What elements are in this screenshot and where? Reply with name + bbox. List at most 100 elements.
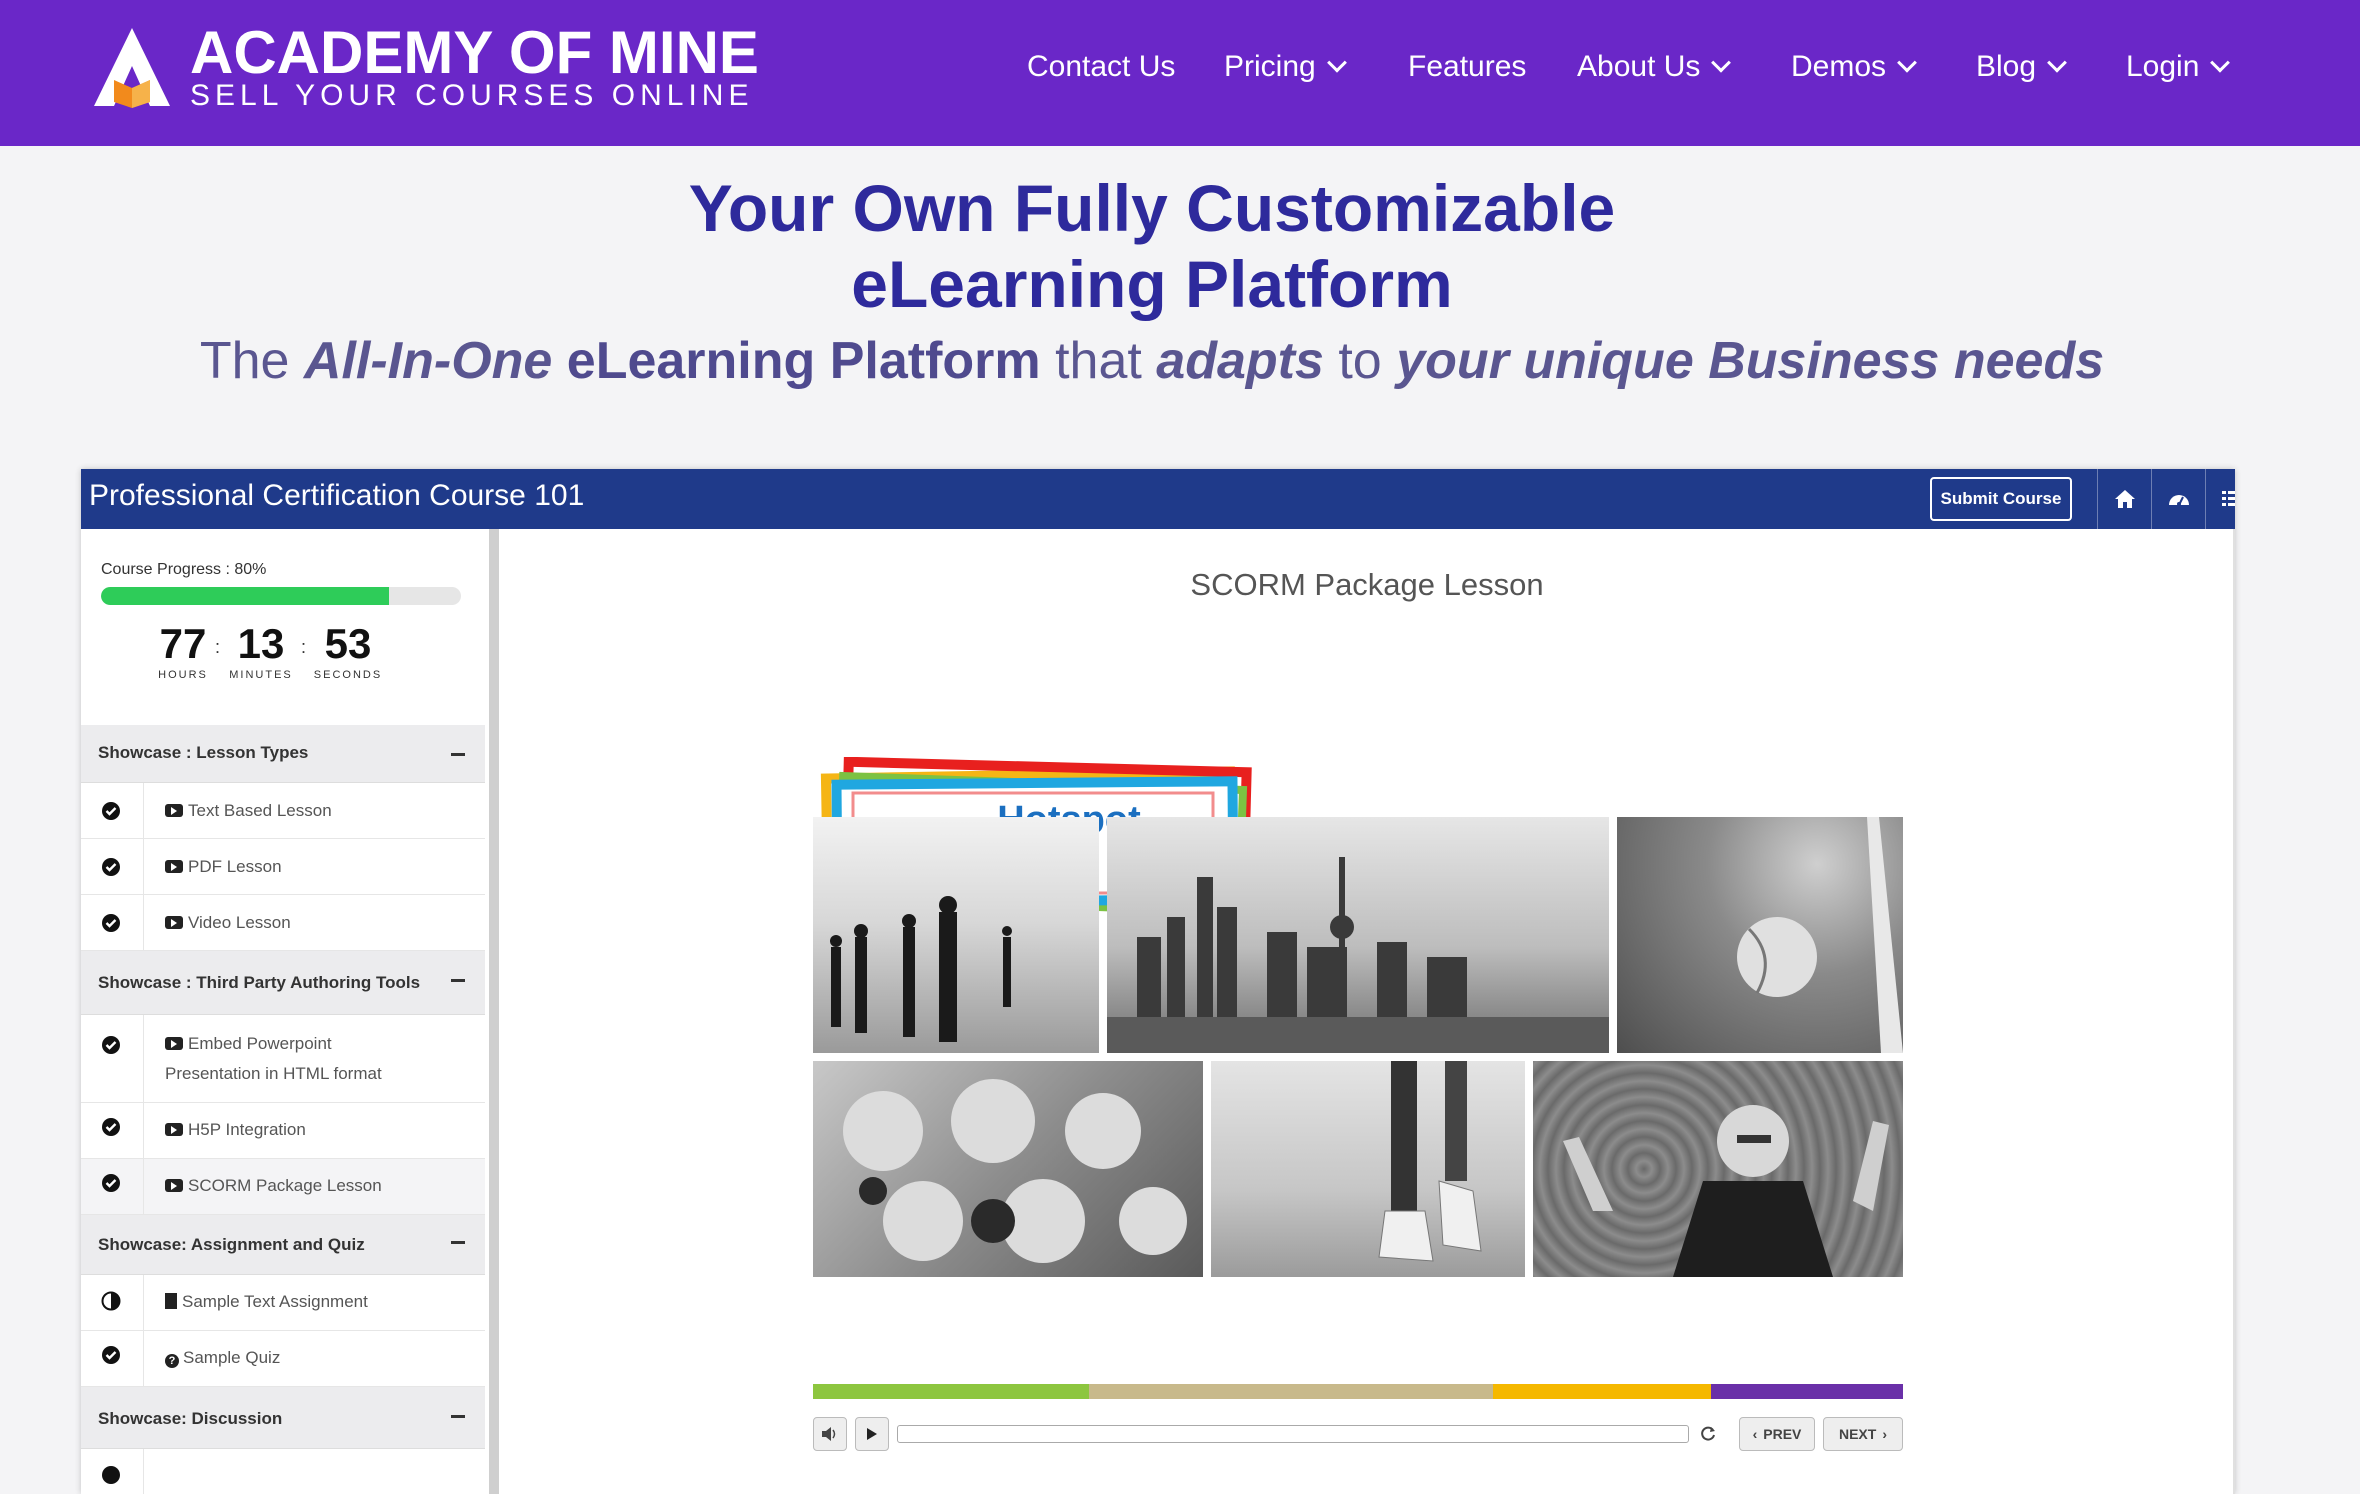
nav-contact-us[interactable]: Contact Us bbox=[1027, 44, 1175, 90]
nav-label: Contact Us bbox=[1027, 50, 1176, 83]
player-controls: ‹ PREV NEXT › bbox=[813, 1417, 1903, 1451]
home-icon[interactable] bbox=[2097, 469, 2151, 529]
play-icon[interactable] bbox=[855, 1417, 889, 1451]
next-button[interactable]: NEXT › bbox=[1823, 1417, 1903, 1451]
nav-login[interactable]: Login bbox=[2126, 44, 2231, 90]
section-authoring-tools[interactable]: Showcase : Third Party Authoring Tools bbox=[81, 951, 485, 1015]
content-border bbox=[2233, 529, 2235, 1494]
photo-children-faces[interactable] bbox=[813, 1061, 1203, 1277]
lesson-item-active[interactable]: SCORM Package Lesson bbox=[81, 1159, 485, 1215]
lesson-item[interactable]: H5P Integration bbox=[81, 1103, 485, 1159]
course-progress-label: Course Progress : 80% bbox=[101, 561, 267, 578]
nav-label: Features bbox=[1408, 50, 1527, 83]
section-title: Showcase : Lesson Types bbox=[98, 743, 309, 762]
timer-hours-label: HOURS bbox=[158, 669, 208, 681]
video-icon bbox=[165, 1179, 183, 1192]
volume-icon[interactable] bbox=[813, 1417, 847, 1451]
timer-minutes-label: MINUTES bbox=[229, 669, 293, 681]
check-circle-icon bbox=[102, 1346, 120, 1364]
nav-label: About Us bbox=[1577, 50, 1701, 83]
nav-blog[interactable]: Blog bbox=[1976, 44, 2067, 90]
list-menu-icon[interactable] bbox=[2205, 469, 2235, 529]
photo-city-skyline[interactable] bbox=[1107, 817, 1609, 1053]
section-assignment-quiz[interactable]: Showcase: Assignment and Quiz bbox=[81, 1215, 485, 1275]
submit-course-button[interactable]: Submit Course bbox=[1930, 477, 2072, 521]
seek-bar[interactable] bbox=[897, 1425, 1689, 1443]
hero-title-line1: Your Own Fully Customizable bbox=[688, 171, 1616, 245]
next-label: NEXT bbox=[1838, 1426, 1877, 1442]
lesson-item[interactable]: Embed Powerpoint Presentation in HTML for… bbox=[81, 1015, 485, 1103]
chevron-down-icon bbox=[2210, 52, 2231, 73]
prev-button[interactable]: ‹ PREV bbox=[1739, 1417, 1815, 1451]
timer-minutes-value: 13 bbox=[237, 620, 285, 667]
divider bbox=[143, 1103, 144, 1158]
section-lesson-types[interactable]: Showcase : Lesson Types bbox=[81, 725, 485, 783]
divider bbox=[143, 783, 144, 838]
nav-label: Pricing bbox=[1224, 50, 1316, 83]
lesson-label: ? Sample Quiz bbox=[165, 1343, 280, 1373]
video-icon bbox=[165, 860, 183, 873]
chevron-left-icon: ‹ bbox=[1752, 1426, 1758, 1442]
sub-word: to bbox=[1338, 332, 1382, 390]
section-title: Showcase: Discussion bbox=[98, 1409, 283, 1428]
sub-word: The bbox=[199, 332, 290, 390]
divider bbox=[143, 1275, 144, 1330]
lesson-item[interactable]: Video Lesson bbox=[81, 895, 485, 951]
chevron-right-icon: › bbox=[1882, 1426, 1887, 1442]
lesson-label: SCORM Package Lesson bbox=[165, 1171, 382, 1201]
hero-subtitle: The All-In-One eLearning Platform that a… bbox=[0, 330, 2304, 392]
photo-runner-legs[interactable] bbox=[1211, 1061, 1525, 1277]
hero-title-line2: eLearning Platform bbox=[851, 247, 1453, 321]
photo-walking-people[interactable] bbox=[813, 817, 1099, 1053]
lesson-text: Sample Quiz bbox=[183, 1348, 281, 1367]
lesson-item[interactable]: Text Based Lesson bbox=[81, 783, 485, 839]
section-title: Showcase : Third Party Authoring Tools bbox=[98, 973, 421, 992]
color-stripe-purple bbox=[1711, 1384, 1903, 1399]
divider bbox=[143, 839, 144, 894]
collapse-icon[interactable] bbox=[451, 1241, 465, 1244]
sub-emphasis: your unique Business needs bbox=[1396, 332, 2105, 390]
photo-speaker[interactable] bbox=[1533, 1061, 1903, 1277]
timer-hours-value: 77 bbox=[159, 620, 207, 667]
site-header: ACADEMY OF MINE SELL YOUR COURSES ONLINE… bbox=[0, 0, 2360, 146]
collapse-icon[interactable] bbox=[451, 1415, 465, 1418]
nav-pricing[interactable]: Pricing bbox=[1224, 44, 1347, 90]
nav-demos[interactable]: Demos bbox=[1791, 44, 1917, 90]
replay-icon[interactable] bbox=[1693, 1417, 1723, 1451]
course-player-preview: Professional Certification Course 101 Su… bbox=[81, 469, 2235, 1494]
video-icon bbox=[165, 1037, 183, 1050]
sidebar-scrollbar[interactable] bbox=[489, 529, 499, 1494]
photo-baseball[interactable] bbox=[1617, 817, 1903, 1053]
video-icon bbox=[165, 1123, 183, 1136]
check-circle-icon bbox=[102, 858, 120, 876]
lesson-item[interactable]: PDF Lesson bbox=[81, 839, 485, 895]
color-stripe-tan bbox=[1089, 1384, 1493, 1399]
lesson-text: Video Lesson bbox=[188, 913, 291, 932]
academy-of-mine-logo[interactable]: ACADEMY OF MINE SELL YOUR COURSES ONLINE bbox=[92, 22, 772, 114]
check-circle-icon bbox=[102, 1466, 120, 1484]
color-stripe-yellow bbox=[1493, 1384, 1711, 1399]
video-icon bbox=[165, 804, 183, 817]
nav-features[interactable]: Features bbox=[1408, 44, 1526, 90]
timer-seconds-value: 53 bbox=[324, 620, 372, 667]
lesson-content: SCORM Package Lesson Hotspot bbox=[499, 529, 2235, 1494]
timer-separator: : bbox=[301, 637, 307, 657]
collapse-icon[interactable] bbox=[451, 979, 465, 982]
course-title: Professional Certification Course 101 bbox=[89, 479, 585, 512]
lesson-item-partial[interactable] bbox=[81, 1449, 485, 1494]
lesson-label: Embed Powerpoint Presentation in HTML for… bbox=[165, 1029, 382, 1089]
timer-seconds: 53 SECONDS bbox=[313, 620, 383, 682]
lesson-item[interactable]: Sample Text Assignment bbox=[81, 1275, 485, 1331]
logo-subtitle: SELL YOUR COURSES ONLINE bbox=[190, 79, 754, 112]
chevron-down-icon bbox=[1897, 52, 1917, 73]
collapse-icon[interactable] bbox=[451, 753, 465, 756]
lesson-label: Video Lesson bbox=[165, 908, 291, 938]
course-progress-bar bbox=[101, 587, 461, 605]
question-icon: ? bbox=[165, 1354, 179, 1368]
dashboard-icon[interactable] bbox=[2151, 469, 2205, 529]
nav-about-us[interactable]: About Us bbox=[1577, 44, 1732, 90]
section-discussion[interactable]: Showcase: Discussion bbox=[81, 1387, 485, 1449]
lesson-label: PDF Lesson bbox=[165, 852, 282, 882]
lesson-text: Embed Powerpoint bbox=[188, 1034, 332, 1053]
lesson-item[interactable]: ? Sample Quiz bbox=[81, 1331, 485, 1387]
